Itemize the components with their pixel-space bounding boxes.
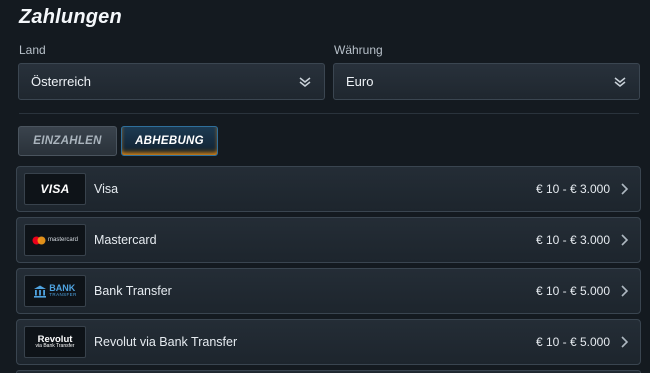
payment-method-name: Bank Transfer	[94, 284, 172, 298]
chevron-right-icon	[621, 285, 629, 297]
payment-method-name: Mastercard	[94, 233, 157, 247]
revolut-logo-icon: Revolut via Bank Transfer	[24, 326, 86, 358]
country-select-value: Österreich	[31, 74, 91, 89]
payment-method-range: € 10 - € 3.000	[535, 233, 610, 247]
bank-logo-subtext: TRANSFER	[49, 292, 77, 298]
mastercard-logo-text: mastercard	[47, 237, 78, 243]
currency-select-value: Euro	[346, 74, 374, 89]
chevron-right-icon	[621, 234, 629, 246]
payment-method-name: Visa	[94, 182, 119, 196]
chevron-down-icon	[299, 77, 311, 87]
page-title: Zahlungen	[19, 6, 122, 28]
country-label: Land	[19, 43, 46, 57]
tab-einzahlen[interactable]: EINZAHLEN	[18, 126, 117, 156]
country-select[interactable]: Österreich	[18, 63, 325, 100]
payment-method-range: € 10 - € 5.000	[535, 335, 610, 349]
divider	[19, 113, 639, 114]
mastercard-logo-icon: mastercard	[24, 224, 86, 256]
chevron-right-icon	[621, 183, 629, 195]
payment-method-revolut[interactable]: Revolut via Bank Transfer Revolut via Ba…	[16, 319, 641, 365]
tab-abhebung[interactable]: ABHEBUNG	[121, 126, 218, 156]
visa-logo-text: VISA	[40, 182, 70, 196]
bank-building-icon	[34, 285, 47, 298]
payment-method-name: Revolut via Bank Transfer	[94, 335, 238, 349]
payment-method-range: € 10 - € 3.000	[535, 182, 610, 196]
currency-select[interactable]: Euro	[333, 63, 640, 100]
chevron-down-icon	[614, 77, 626, 87]
bank-transfer-logo-icon: BANK TRANSFER	[24, 275, 86, 307]
chevron-right-icon	[621, 336, 629, 348]
visa-logo-icon: VISA	[24, 173, 86, 205]
payments-page: Zahlungen Land Österreich Währung Euro E…	[0, 0, 650, 373]
payment-method-range: € 10 - € 5.000	[535, 284, 610, 298]
payment-method-bank-transfer[interactable]: BANK TRANSFER Bank Transfer € 10 - € 5.0…	[16, 268, 641, 314]
revolut-logo-subtext: via Bank Transfer	[35, 343, 75, 350]
payment-method-mastercard[interactable]: mastercard Mastercard € 10 - € 3.000	[16, 217, 641, 263]
currency-label: Währung	[334, 43, 383, 57]
mastercard-circles-icon	[32, 236, 46, 244]
payment-method-visa[interactable]: VISA Visa € 10 - € 3.000	[16, 166, 641, 212]
